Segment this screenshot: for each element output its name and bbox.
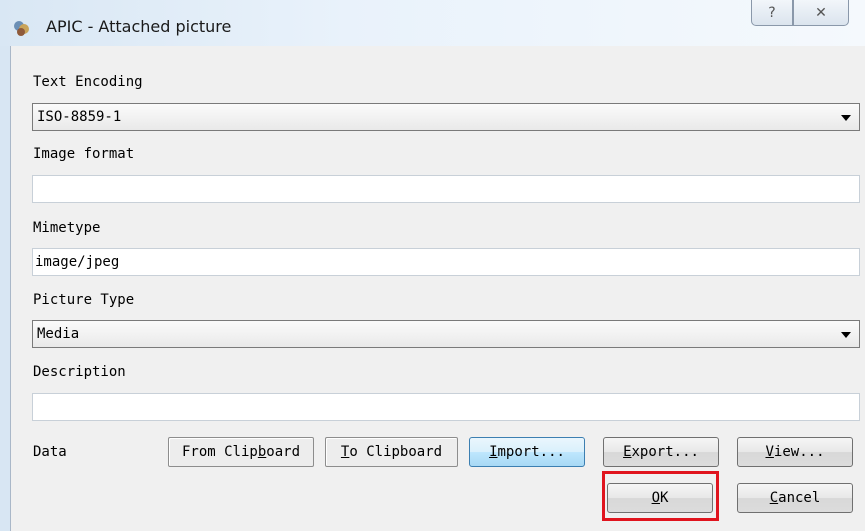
close-button[interactable]: ✕: [793, 0, 849, 26]
from-clipboard-mnemonic: b: [257, 444, 267, 460]
picture-type-label: Picture Type: [33, 292, 135, 308]
picture-type-value: Media: [37, 326, 80, 342]
cancel-button[interactable]: Cancel: [737, 483, 853, 513]
description-field[interactable]: [32, 393, 860, 421]
text-encoding-select[interactable]: ISO-8859-1: [32, 103, 860, 131]
from-clipboard-label: From Clip: [181, 444, 258, 460]
export-label: xport...: [631, 444, 699, 460]
to-clipboard-label: o Clipboard: [349, 444, 443, 460]
import-button[interactable]: Import...: [469, 437, 585, 467]
import-mnemonic: I: [489, 444, 498, 460]
chevron-down-icon: [841, 332, 851, 338]
import-label: mport...: [497, 444, 565, 460]
view-mnemonic: V: [765, 444, 774, 460]
cancel-label: ancel: [778, 490, 821, 506]
from-clipboard-button[interactable]: From Clip b oard: [168, 437, 314, 467]
app-icon: [12, 18, 32, 38]
picture-type-select[interactable]: Media: [32, 320, 860, 348]
from-clipboard-label-end: oard: [266, 444, 300, 460]
cancel-mnemonic: C: [769, 490, 779, 506]
chevron-down-icon: [841, 115, 851, 121]
description-label: Description: [33, 364, 126, 380]
dialog-body: Text Encoding ISO-8859-1 Image format Mi…: [10, 46, 865, 531]
export-button[interactable]: Export...: [603, 437, 719, 467]
to-clipboard-button[interactable]: To Clipboard: [325, 437, 458, 467]
title-bar[interactable]: APIC - Attached picture ? ✕: [0, 0, 865, 46]
text-encoding-label: Text Encoding: [33, 74, 143, 90]
window-title: APIC - Attached picture: [46, 17, 232, 36]
text-encoding-value: ISO-8859-1: [37, 109, 122, 125]
mimetype-field[interactable]: image/jpeg: [32, 248, 860, 276]
to-clipboard-mnemonic: T: [340, 444, 350, 460]
data-label: Data: [33, 444, 67, 460]
image-format-field[interactable]: [32, 175, 860, 203]
help-button[interactable]: ?: [751, 0, 793, 26]
view-label: iew...: [773, 444, 825, 460]
dialog-window: APIC - Attached picture ? ✕ Text Encodin…: [0, 0, 865, 531]
image-format-label: Image format: [33, 146, 135, 162]
mimetype-value: image/jpeg: [35, 254, 120, 270]
close-icon: ✕: [815, 4, 827, 21]
export-mnemonic: E: [623, 444, 632, 460]
help-icon: ?: [768, 4, 776, 21]
ok-highlight-box: [602, 471, 719, 521]
view-button[interactable]: View...: [737, 437, 853, 467]
mimetype-label: Mimetype: [33, 220, 101, 236]
